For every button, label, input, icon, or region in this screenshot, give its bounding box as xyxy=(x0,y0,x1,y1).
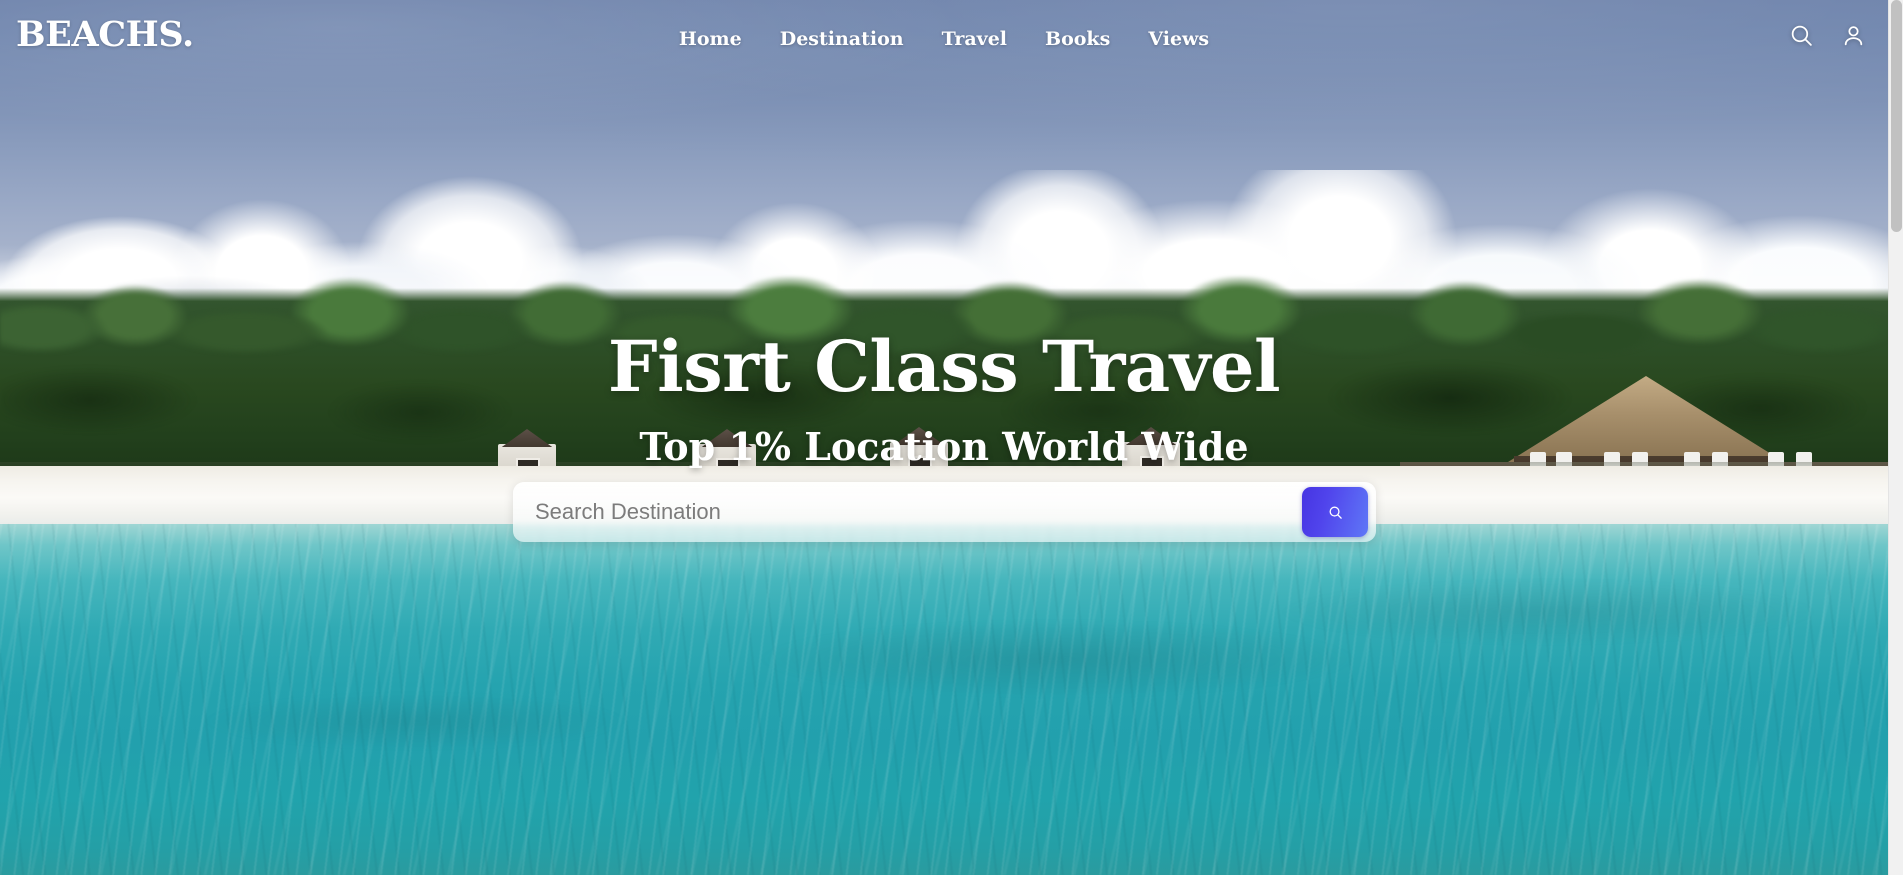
search-icon[interactable] xyxy=(1788,22,1814,48)
nav-item-views[interactable]: Views xyxy=(1148,28,1209,50)
hero-background-photo xyxy=(0,0,1888,875)
nav-item-home[interactable]: Home xyxy=(679,28,742,50)
site-header: BEACHS. Home Destination Travel Books Vi… xyxy=(0,0,1888,78)
hero-section: BEACHS. Home Destination Travel Books Vi… xyxy=(0,0,1888,875)
nav-item-travel[interactable]: Travel xyxy=(942,28,1007,50)
page-root: BEACHS. Home Destination Travel Books Vi… xyxy=(0,0,1903,875)
vertical-scrollbar[interactable] xyxy=(1888,0,1903,875)
main-navigation: Home Destination Travel Books Views xyxy=(0,0,1888,50)
search-icon xyxy=(1328,505,1343,520)
pavilion-roof xyxy=(1508,376,1784,462)
header-icon-group xyxy=(1788,22,1866,48)
search-submit-button[interactable] xyxy=(1302,487,1368,537)
user-account-icon[interactable] xyxy=(1840,22,1866,48)
nav-item-destination[interactable]: Destination xyxy=(780,28,904,50)
water-depth-shading xyxy=(0,560,1888,820)
scrollbar-thumb[interactable] xyxy=(1891,0,1902,232)
nav-item-books[interactable]: Books xyxy=(1045,28,1110,50)
search-input[interactable] xyxy=(513,483,1302,541)
destination-search-bar xyxy=(513,482,1376,542)
